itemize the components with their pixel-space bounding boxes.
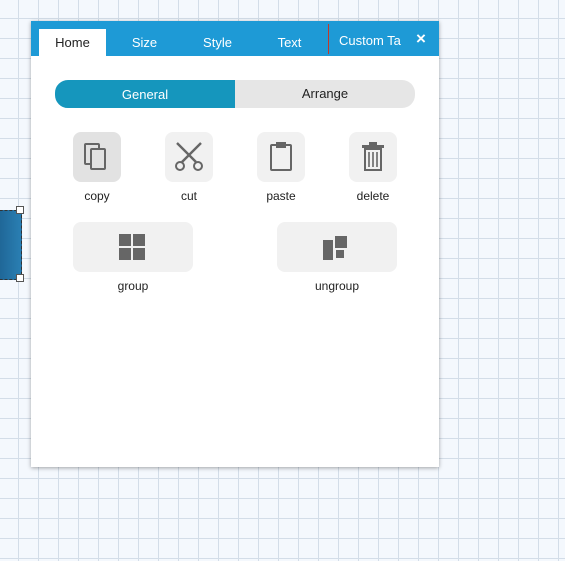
trash-icon (362, 142, 384, 171)
tab-text[interactable]: Text (256, 29, 323, 56)
paste-label: paste (266, 189, 296, 203)
segment-general[interactable]: General (55, 80, 235, 108)
clipboard-icon (270, 142, 292, 171)
delete-button[interactable] (349, 132, 397, 182)
tab-home[interactable]: Home (39, 29, 106, 56)
paste-button[interactable] (257, 132, 305, 182)
tab-bar: Home Size Style Text Custom Ta × (31, 21, 439, 56)
copy-label: copy (84, 189, 110, 203)
ungroup-icon (323, 236, 347, 260)
cut-label: cut (180, 189, 197, 203)
tab-size[interactable]: Size (111, 29, 178, 56)
group-icon (119, 234, 145, 260)
scissors-icon (175, 142, 203, 171)
close-icon[interactable]: × (411, 29, 431, 49)
tab-custom[interactable]: Custom Ta (333, 21, 405, 56)
segment-arrange[interactable]: Arrange (235, 80, 415, 108)
group-button[interactable] (73, 222, 193, 272)
copy-icon (84, 143, 106, 170)
cut-button[interactable] (165, 132, 213, 182)
tab-style[interactable]: Style (184, 29, 251, 56)
ungroup-button[interactable] (277, 222, 397, 272)
group-label: group (117, 279, 149, 293)
tab-divider (328, 24, 329, 54)
diagram-shape[interactable] (0, 210, 22, 280)
ungroup-label: ungroup (314, 279, 360, 293)
delete-label: delete (356, 189, 390, 203)
resize-handle-top[interactable] (16, 206, 24, 214)
copy-button[interactable] (73, 132, 121, 182)
ribbon-panel: Home Size Style Text Custom Ta × General… (31, 21, 439, 467)
resize-handle-bottom[interactable] (16, 274, 24, 282)
